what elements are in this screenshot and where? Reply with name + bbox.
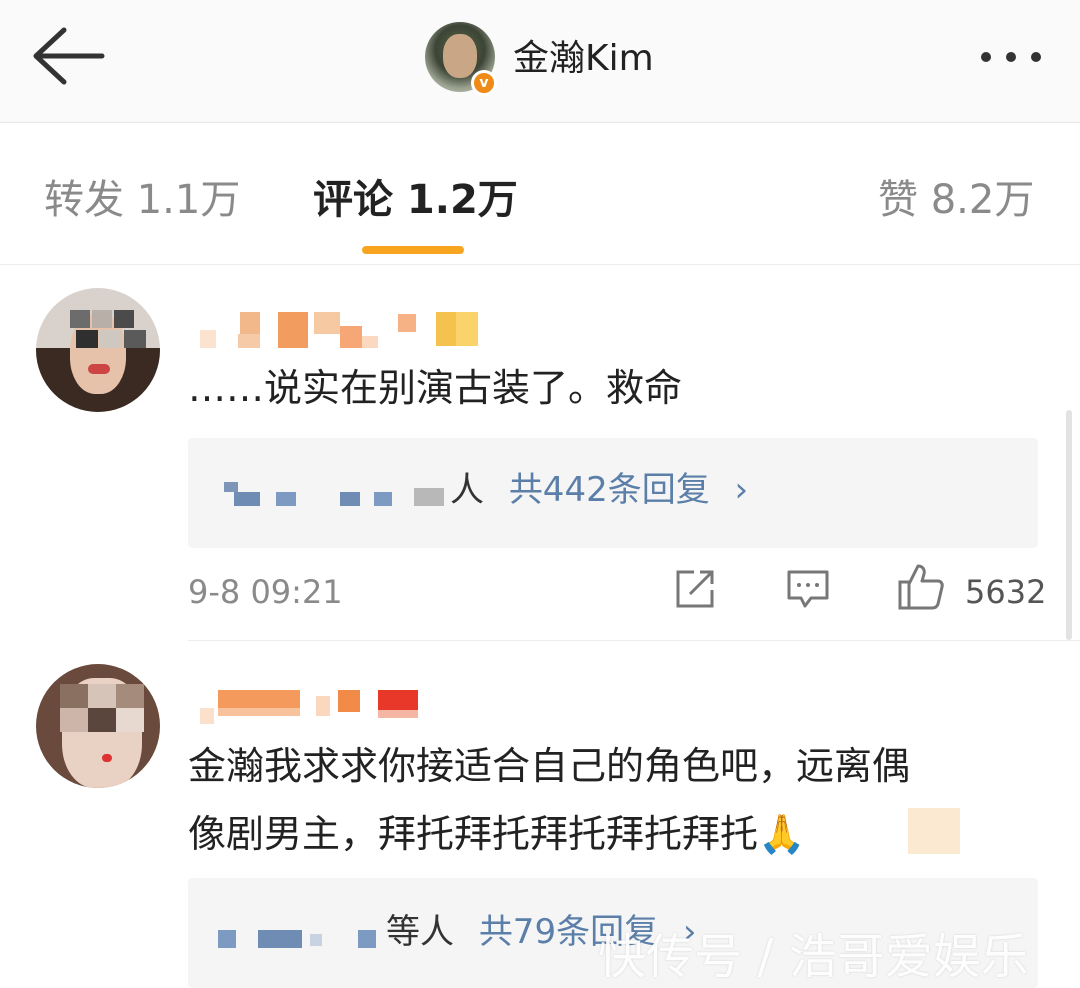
tab-reposts[interactable]: 转发 1.1万 — [44, 172, 240, 228]
reply-people-label: 人 — [450, 470, 484, 510]
comment-text: ……说实在别演古装了。救命 — [188, 366, 683, 410]
chevron-right-icon: › — [734, 470, 749, 510]
share-button[interactable] — [672, 566, 718, 616]
tab-comments[interactable]: 评论 1.2万 — [313, 172, 518, 228]
emoji-pixelated — [908, 808, 960, 854]
reply-people-label: 等人 — [386, 912, 454, 952]
scrollbar[interactable] — [1066, 410, 1072, 640]
share-icon — [676, 570, 714, 608]
like-count: 5632 — [965, 573, 1047, 611]
back-button[interactable] — [28, 24, 108, 88]
reply-count-link[interactable]: 共442条回复 — [509, 470, 710, 510]
thumbs-up-icon — [898, 564, 944, 610]
verified-badge-icon: v — [471, 70, 497, 96]
divider — [188, 640, 1080, 641]
more-dots-icon — [981, 52, 991, 62]
profile-username[interactable]: 金瀚Kim — [513, 36, 654, 82]
more-options-button[interactable] — [975, 36, 1055, 76]
comment-text-line2: 像剧男主，拜托拜托拜托拜托拜托🙏 — [188, 812, 806, 856]
arrow-left-icon — [33, 27, 105, 85]
active-tab-indicator — [362, 246, 464, 254]
reply-summary-box[interactable]: 人 共442条回复 › — [188, 438, 1038, 548]
comment-timestamp: 9-8 09:21 — [188, 573, 343, 611]
comment-icon — [787, 570, 829, 608]
commenter-avatar[interactable] — [36, 288, 160, 412]
top-bar: v 金瀚Kim — [0, 0, 1080, 123]
tab-likes[interactable]: 赞 8.2万 — [878, 172, 1034, 228]
commenter-avatar[interactable] — [36, 664, 160, 788]
tab-bar: 转发 1.1万 评论 1.2万 赞 8.2万 — [0, 122, 1080, 265]
comment-text-line1: 金瀚我求求你接适合自己的角色吧，远离偶 — [188, 744, 911, 788]
reply-button[interactable] — [785, 566, 831, 616]
watermark: 快传号 / 浩哥爱娱乐 — [598, 929, 1029, 985]
like-button[interactable] — [896, 562, 946, 616]
